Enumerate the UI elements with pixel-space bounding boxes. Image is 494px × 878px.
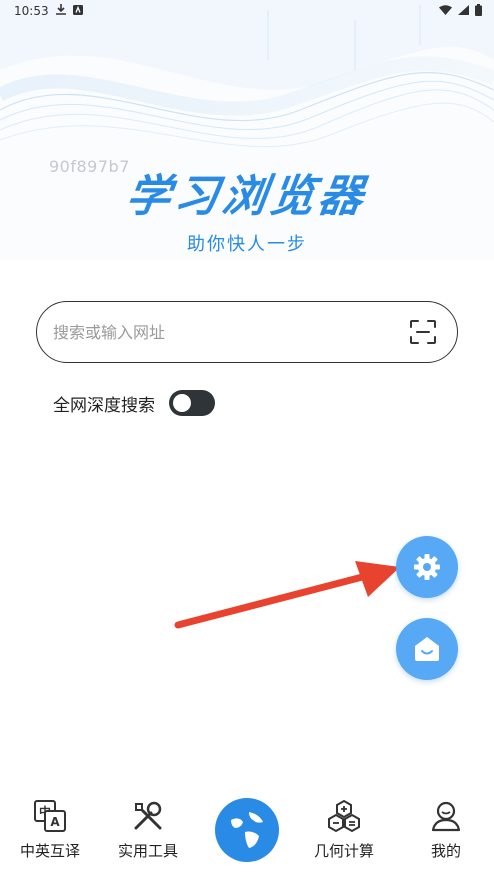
signal-icon [458,4,469,18]
wifi-icon [439,4,452,18]
nav-mine-label: 我的 [430,842,461,860]
notification-app-icon [72,4,83,18]
annotation-arrow [174,561,400,629]
bottom-navigation: 中 A 中英互译 实用工具 [0,790,494,878]
deep-search-toggle[interactable] [169,390,215,416]
tools-icon [134,801,162,830]
nav-tools-label: 实用工具 [117,842,178,860]
nav-geometry[interactable]: 几何计算 [308,790,380,878]
nav-geometry-label: 几何计算 [313,842,374,860]
app-title: 学习浏览器 [122,171,370,222]
translate-icon: 中 A [34,800,66,832]
settings-button[interactable] [396,536,458,598]
scan-button[interactable] [407,316,439,348]
nav-browser-button[interactable] [215,798,279,862]
toggle-knob [173,394,191,412]
nav-translate[interactable]: 中 A 中英互译 [14,790,86,878]
svg-text:A: A [50,815,60,829]
search-input[interactable] [53,322,407,342]
deep-search-label: 全网深度搜索 [53,395,155,416]
home-button[interactable] [396,618,458,680]
home-icon [415,637,439,661]
nav-mine[interactable]: 我的 [410,790,482,878]
nav-tools[interactable]: 实用工具 [112,790,184,878]
gear-icon [414,554,440,580]
app-slogan: 助你快人一步 [187,234,307,255]
geometry-icon [328,799,360,833]
status-bar: 10:53 [0,0,494,22]
scan-icon [410,320,436,344]
battery-icon [475,3,482,19]
deep-search-row: 全网深度搜索 [53,390,215,416]
search-bar[interactable] [36,301,458,363]
download-icon [55,4,66,18]
globe-icon [225,808,269,852]
status-time: 10:53 [14,4,49,18]
user-icon [431,801,461,832]
nav-translate-label: 中英互译 [19,842,80,860]
